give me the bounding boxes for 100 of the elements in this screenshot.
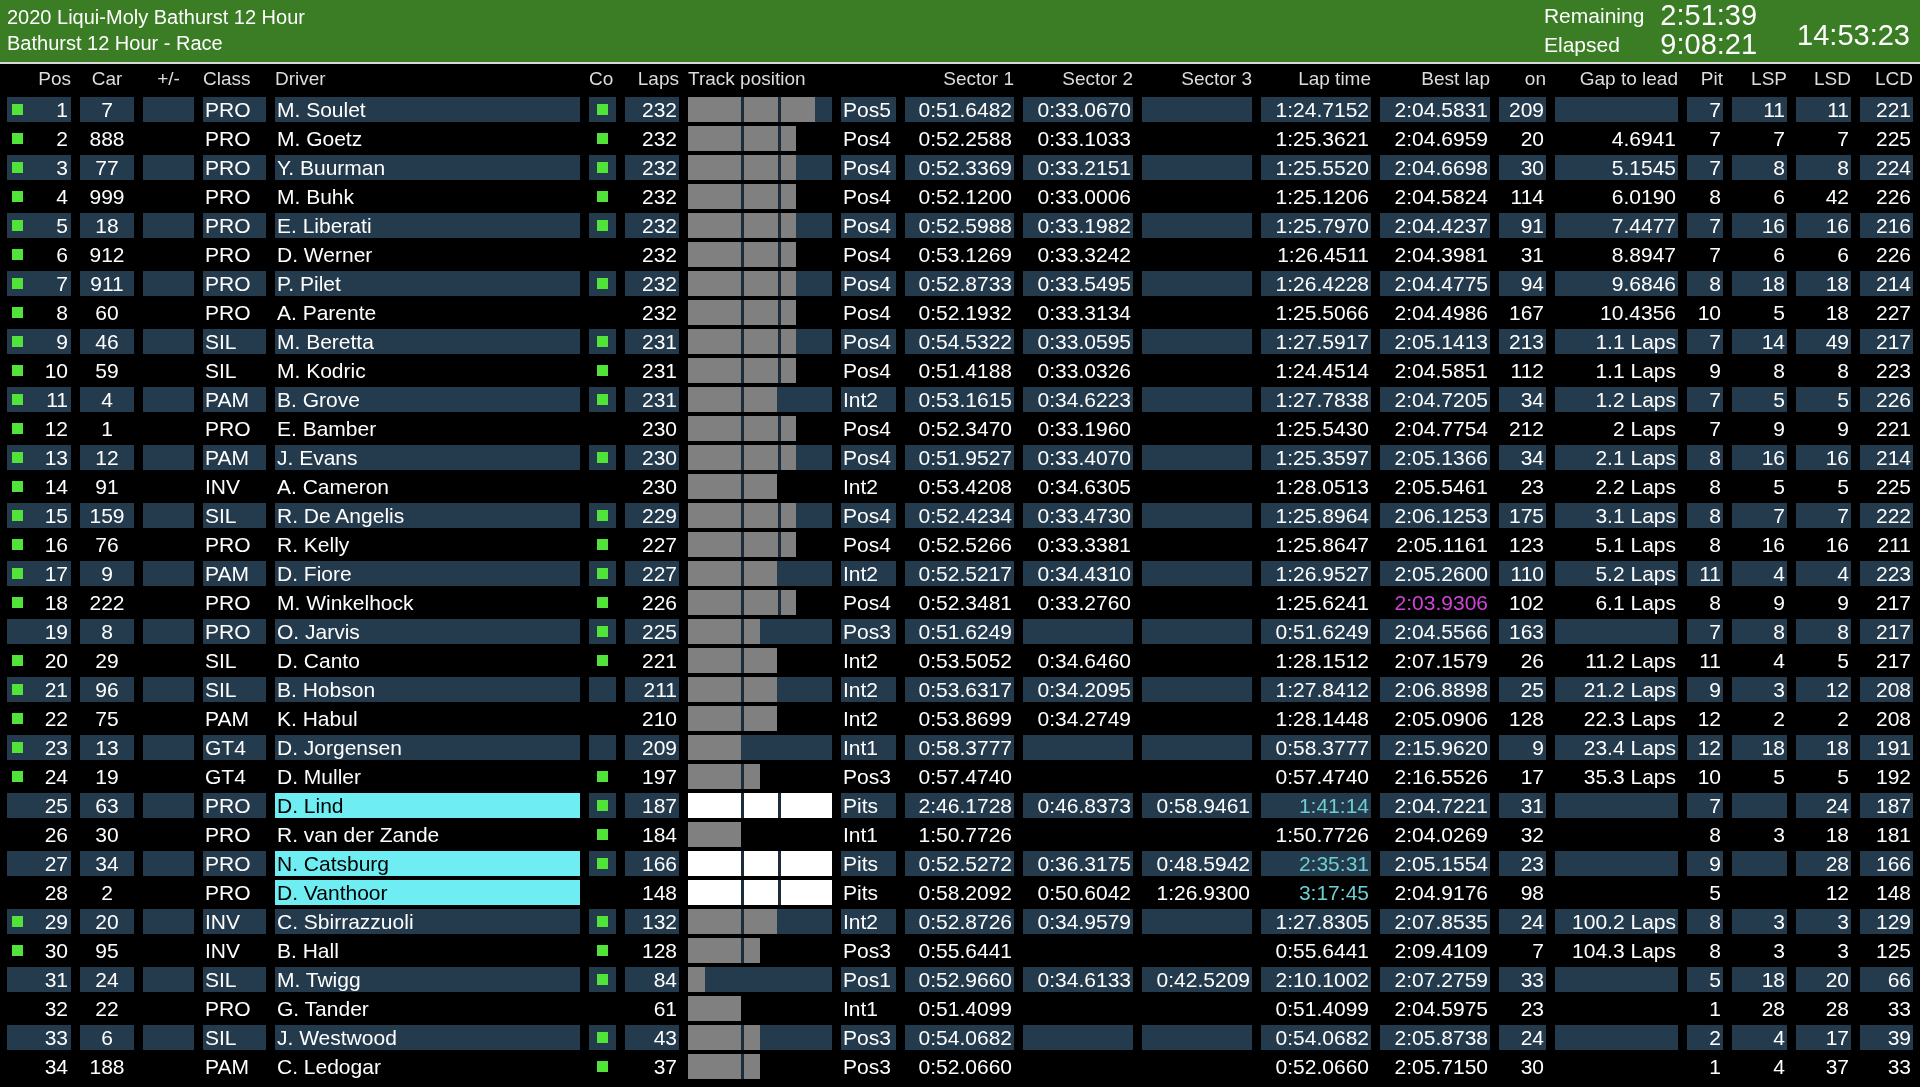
table-cell-text: Int1 (842, 822, 880, 847)
table-cell-text: 197 (640, 764, 678, 789)
table-cell-text: 0:58.2092 (917, 880, 1013, 905)
table-cell: 2:07.2759 (1380, 967, 1490, 992)
table-cell-text: 9 (1772, 416, 1786, 441)
table-cell-text: D. Werner (276, 242, 374, 267)
table-cell: 2:05.1554 (1380, 851, 1490, 876)
column-header: Sector 3 (1180, 67, 1252, 91)
table-cell-text: 2:04.5824 (1393, 184, 1489, 209)
table-cell: 4 (1732, 561, 1787, 586)
table-cell-text: 10 (1696, 764, 1722, 789)
table-cell-text: C. Ledogar (276, 1054, 382, 1079)
table-cell-text: PRO (204, 416, 252, 441)
table-cell: 163 (1499, 619, 1546, 644)
table-cell-text: 222 (88, 590, 126, 615)
table-cell: SIL (203, 1025, 266, 1050)
table-cell-text: 8 (1836, 358, 1850, 383)
table-cell-text: 1 (1708, 1054, 1722, 1079)
table-cell-text: 0:33.3134 (1036, 300, 1132, 325)
table-cell-text: 0:52.0660 (1274, 1054, 1370, 1079)
table-cell-text: 148 (640, 880, 678, 905)
table-cell: 214 (1860, 445, 1913, 470)
table-cell: 24 (1499, 1025, 1546, 1050)
table-cell: 224 (1860, 155, 1913, 180)
table-cell: 24 (80, 967, 134, 992)
table-cell: PRO (203, 619, 266, 644)
table-cell: 0:51.6482 (905, 97, 1014, 122)
table-cell: 0:51.6249 (905, 619, 1014, 644)
table-cell-text: 10 (1696, 300, 1722, 325)
table-cell: 2:05.2600 (1380, 561, 1490, 586)
table-cell: Pos3 (841, 1025, 896, 1050)
table-cell-text: 37 (652, 1054, 678, 1079)
table-cell-text: 5 (1772, 300, 1786, 325)
table-cell: 0:33.4070 (1023, 445, 1133, 470)
table-cell-text: 5.1 Laps (1594, 532, 1677, 557)
table-cell-text: 148 (1874, 880, 1912, 905)
table-cell-text: 10.4356 (1599, 300, 1677, 325)
table-cell: 63 (80, 793, 134, 818)
table-cell: 18 (80, 213, 134, 238)
table-cell: 3 (1732, 677, 1787, 702)
table-cell: 1:25.3597 (1261, 445, 1371, 470)
table-cell: 5 (1687, 967, 1723, 992)
table-cell: SIL (203, 677, 266, 702)
table-cell (143, 445, 194, 470)
table-cell-text: 208 (1874, 706, 1912, 731)
table-cell: E. Liberati (275, 213, 580, 238)
table-cell (143, 677, 194, 702)
table-cell: 16 (1796, 445, 1851, 470)
table-cell: 8 (80, 619, 134, 644)
table-cell-text: 0:53.1269 (917, 242, 1013, 267)
table-cell: 911 (80, 271, 134, 296)
table-cell: 166 (1860, 851, 1913, 876)
table-cell-text: Pos4 (842, 126, 892, 151)
table-cell-text: 12 (1824, 880, 1850, 905)
position-number: 14 (44, 474, 68, 499)
table-cell-text: PRO (204, 126, 252, 151)
table-cell: 0:33.0670 (1023, 97, 1133, 122)
table-cell-text: 123 (1507, 532, 1545, 557)
table-cell-text: 32 (1519, 822, 1545, 847)
table-cell: 16 (1796, 213, 1851, 238)
table-cell: 2:04.5831 (1380, 97, 1490, 122)
table-cell-text: Pos4 (842, 242, 892, 267)
table-cell-text: Pos4 (842, 300, 892, 325)
table-cell-text: 232 (640, 300, 678, 325)
table-cell: B. Grove (275, 387, 580, 412)
table-cell-text: 2:05.0906 (1393, 706, 1489, 731)
table-cell-text: 211 (1876, 532, 1912, 557)
table-cell-text: 0:52.5266 (917, 532, 1013, 557)
table-cell-text: 2:16.5526 (1393, 764, 1489, 789)
table-cell: 34 (1499, 387, 1546, 412)
table-cell: 0:34.6223 (1023, 387, 1133, 412)
table-cell: Pos1 (841, 967, 896, 992)
table-cell: 7 (1796, 503, 1851, 528)
table-cell: Pos4 (841, 213, 896, 238)
table-cell-text: Pos4 (842, 416, 892, 441)
column-header: Co (589, 67, 615, 91)
table-cell: 129 (1860, 909, 1913, 934)
table-cell: 0:34.9579 (1023, 909, 1133, 934)
table-cell-text: 7 (1708, 242, 1722, 267)
table-cell-text: 2:04.3981 (1393, 242, 1489, 267)
table-cell: 217 (1860, 329, 1913, 354)
table-cell (1732, 851, 1787, 876)
position-number: 15 (44, 503, 68, 528)
table-cell: Int2 (841, 909, 896, 934)
table-cell: 2:07.8535 (1380, 909, 1490, 934)
table-cell-text: 1.1 Laps (1594, 358, 1677, 383)
table-cell: D. Vanthoor (275, 880, 580, 905)
table-cell-text: Pos3 (842, 1054, 892, 1079)
table-cell: 46 (80, 329, 134, 354)
position-number: 24 (44, 764, 68, 789)
table-cell: 7 (1687, 793, 1723, 818)
table-cell-text: 91 (94, 474, 120, 499)
table-cell: 17 (1796, 1025, 1851, 1050)
table-cell: M. Twigg (275, 967, 580, 992)
table-cell: 2:35:31 (1261, 851, 1371, 876)
column-header: Driver (275, 67, 327, 91)
position-number: 8 (56, 300, 68, 325)
table-cell: 8 (1732, 155, 1787, 180)
table-cell: 8 (1687, 909, 1723, 934)
table-cell: 8 (1796, 155, 1851, 180)
